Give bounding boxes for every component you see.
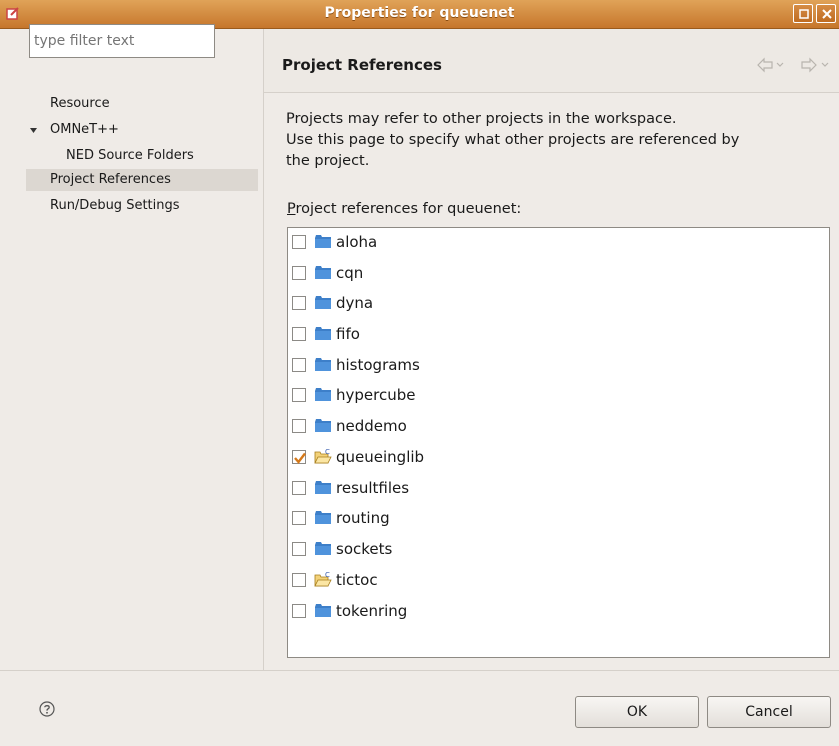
project-name: cqn xyxy=(336,264,364,282)
folder-icon xyxy=(315,542,331,555)
page-title: Project References xyxy=(282,56,442,74)
page-description: Projects may refer to other projects in … xyxy=(286,109,826,172)
sidebar-item-run-debug-settings[interactable]: Run/Debug Settings xyxy=(50,197,180,215)
back-arrow-icon xyxy=(757,57,784,73)
maximize-icon xyxy=(799,9,809,19)
folder-icon xyxy=(315,388,331,401)
checkbox[interactable] xyxy=(292,511,306,525)
open-c-project-icon: C xyxy=(314,448,332,464)
project-name: resultfiles xyxy=(336,479,410,497)
project-name: queueinglib xyxy=(336,448,425,466)
folder-icon xyxy=(315,327,331,340)
folder-icon xyxy=(315,358,331,371)
help-icon[interactable] xyxy=(39,701,55,717)
project-list[interactable]: aloha cqn dyna fifo histograms hypercube… xyxy=(287,227,830,658)
checkbox[interactable] xyxy=(292,296,306,310)
folder-icon xyxy=(315,481,331,494)
window-title: Properties for queuenet xyxy=(324,5,515,21)
checkbox[interactable] xyxy=(292,573,306,587)
checkbox[interactable] xyxy=(292,419,306,433)
sidebar xyxy=(0,29,264,670)
project-name: neddemo xyxy=(336,417,407,435)
checkbox[interactable] xyxy=(292,327,306,341)
checkbox[interactable] xyxy=(292,266,306,280)
project-name: aloha xyxy=(336,233,378,251)
svg-text:C: C xyxy=(325,571,330,579)
description-line: the project. xyxy=(286,153,370,169)
project-name: fifo xyxy=(336,325,360,343)
filter-input[interactable] xyxy=(29,24,215,58)
folder-icon xyxy=(315,235,331,248)
sidebar-item-omnetpp[interactable]: OMNeT++ xyxy=(50,121,119,139)
mnemonic-letter: P xyxy=(287,201,296,217)
history-navigation[interactable] xyxy=(756,56,834,74)
checkbox[interactable] xyxy=(292,450,306,464)
folder-icon xyxy=(315,266,331,279)
label-text: roject references for queuenet: xyxy=(295,201,522,217)
sidebar-item-ned-source-folders[interactable]: NED Source Folders xyxy=(66,147,194,165)
project-name: tokenring xyxy=(336,602,408,620)
open-c-project-icon: C xyxy=(314,571,332,587)
maximize-button[interactable] xyxy=(793,4,813,23)
checkbox[interactable] xyxy=(292,235,306,249)
project-references-label: Project references for queuenet: xyxy=(287,201,521,217)
sidebar-item-resource[interactable]: Resource xyxy=(50,95,110,113)
sidebar-item-label: Project References xyxy=(50,172,171,187)
svg-text:C: C xyxy=(325,448,330,456)
checkbox[interactable] xyxy=(292,604,306,618)
description-line: Projects may refer to other projects in … xyxy=(286,111,677,127)
close-icon xyxy=(822,9,832,19)
separator xyxy=(0,670,839,671)
ok-button[interactable]: OK xyxy=(575,696,699,728)
checkbox[interactable] xyxy=(292,388,306,402)
folder-icon xyxy=(315,604,331,617)
description-line: Use this page to specify what other proj… xyxy=(286,132,740,148)
forward-arrow-icon xyxy=(801,57,829,73)
checkbox[interactable] xyxy=(292,481,306,495)
cancel-button[interactable]: Cancel xyxy=(707,696,831,728)
folder-icon xyxy=(315,511,331,524)
checkmark-icon xyxy=(294,452,306,464)
project-name: hypercube xyxy=(336,386,416,404)
project-name: histograms xyxy=(336,356,420,374)
folder-icon xyxy=(315,419,331,432)
project-name: dyna xyxy=(336,294,374,312)
checkbox[interactable] xyxy=(292,542,306,556)
sidebar-item-project-references[interactable]: Project References xyxy=(26,169,258,191)
folder-icon xyxy=(315,296,331,309)
expand-arrow-icon[interactable] xyxy=(29,126,38,135)
project-name: routing xyxy=(336,509,390,527)
project-name: tictoc xyxy=(336,571,378,589)
project-name: sockets xyxy=(336,540,393,558)
checkbox[interactable] xyxy=(292,358,306,372)
close-button[interactable] xyxy=(816,4,836,23)
